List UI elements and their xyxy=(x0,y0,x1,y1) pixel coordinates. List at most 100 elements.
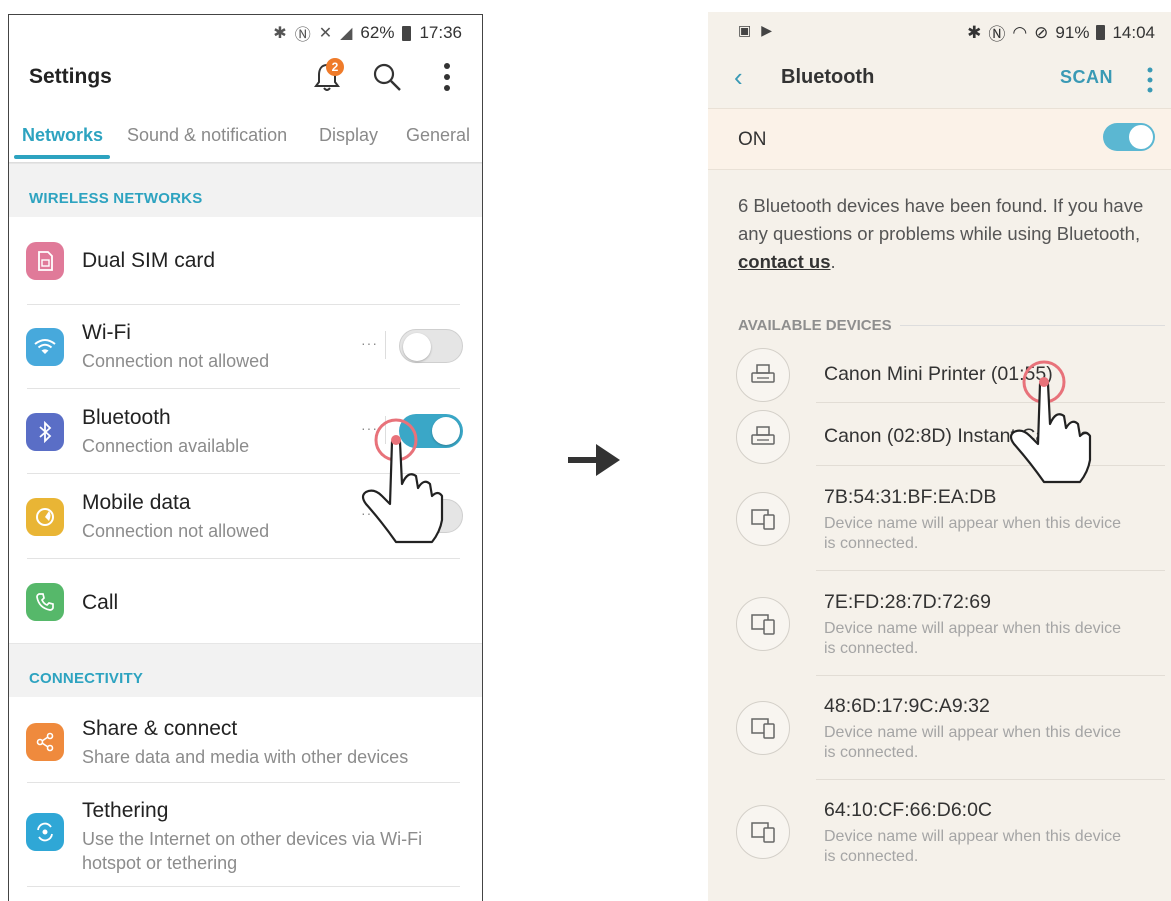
switch-label: ON xyxy=(738,129,767,150)
device-item[interactable]: Canon Mini Printer (01:55) xyxy=(708,344,1171,406)
phone-icon xyxy=(26,583,64,621)
scan-button[interactable]: SCAN xyxy=(1060,67,1113,88)
next-step-arrow-icon xyxy=(568,444,620,476)
device-note-line2: is connected. xyxy=(824,535,919,552)
battery-icon xyxy=(1096,25,1106,40)
row-subtitle: Connection available xyxy=(82,436,250,456)
section-header-wireless: WIRELESS NETWORKS xyxy=(9,163,482,217)
contact-us-link[interactable]: contact us xyxy=(738,251,831,272)
row-subtitle: Use the Internet on other devices via Wi… xyxy=(82,829,423,849)
device-note-line2: is connected. xyxy=(824,744,919,761)
nfc-status-icon: Ⓝ xyxy=(294,27,311,44)
bluetooth-status-icon: ✱ xyxy=(967,22,982,42)
app-bar: ‹ Bluetooth SCAN xyxy=(708,52,1171,108)
sim-card-icon xyxy=(26,242,64,280)
more-options-button[interactable] xyxy=(430,57,464,97)
page-title: Bluetooth xyxy=(781,66,875,88)
device-note: Device name will appear when this device xyxy=(824,724,1122,741)
section-header-connectivity: CONNECTIVITY xyxy=(9,643,482,697)
bluetooth-master-switch-row[interactable]: ON xyxy=(708,108,1171,170)
share-icon xyxy=(26,723,64,761)
wifi-icon xyxy=(26,328,64,366)
search-button[interactable] xyxy=(370,57,404,97)
section-label: CONNECTIVITY xyxy=(29,670,144,687)
row-title: Share & connect xyxy=(82,717,238,740)
device-item[interactable]: 7B:54:31:BF:EA:DB Device name will appea… xyxy=(708,474,1171,578)
signal-status-icon: ◢ xyxy=(340,25,353,42)
app-header: Settings 2 xyxy=(9,55,482,119)
row-title: Call xyxy=(82,591,119,614)
battery-percent: 62% xyxy=(360,23,395,42)
bluetooth-screen: ▣ ▶ ✱ Ⓝ ◠ ⊘ 91% 14:04 ‹ Bluetooth SCAN O… xyxy=(708,12,1171,901)
row-subtitle: Connection not allowed xyxy=(82,351,270,371)
row-subtitle: Connection not allowed xyxy=(82,521,270,541)
clock: 17:36 xyxy=(419,23,462,42)
row-title: Mobile data xyxy=(82,491,191,514)
active-tab-indicator xyxy=(14,155,110,159)
status-bar: ▣ ▶ ✱ Ⓝ ◠ ⊘ 91% 14:04 xyxy=(708,12,1171,52)
device-name: 48:6D:17:9C:A9:32 xyxy=(824,695,990,717)
clock: 14:04 xyxy=(1112,22,1155,42)
setting-row-wifi[interactable]: Wi-Fi Connection not allowed ··· xyxy=(9,305,482,389)
notifications-button[interactable]: 2 xyxy=(310,57,344,97)
devices-found-message: 6 Bluetooth devices have been found. If … xyxy=(738,192,1148,276)
tab-sound-notification[interactable]: Sound & notification xyxy=(127,125,287,146)
notification-badge: 2 xyxy=(326,58,344,76)
bluetooth-icon xyxy=(26,413,64,451)
device-note: Device name will appear when this device xyxy=(824,620,1122,637)
tethering-icon xyxy=(26,813,64,851)
found-text: 6 Bluetooth devices have been found. If … xyxy=(738,195,1144,244)
tab-display[interactable]: Display xyxy=(319,125,378,146)
back-button[interactable]: ‹ xyxy=(734,62,743,93)
devices-icon xyxy=(736,805,790,859)
bluetooth-status-icon: ✱ xyxy=(273,25,287,42)
devices-icon xyxy=(736,492,790,546)
wifi-more-dots[interactable]: ··· xyxy=(361,335,378,351)
devices-icon xyxy=(736,701,790,755)
mobile-data-icon xyxy=(26,498,64,536)
device-item[interactable]: 64:10:CF:66:D6:0C Device name will appea… xyxy=(708,787,1171,891)
tap-hand-icon xyxy=(1009,360,1092,484)
tab-networks[interactable]: Networks xyxy=(22,125,103,146)
device-note: Device name will appear when this device xyxy=(824,515,1122,532)
setting-row-tethering[interactable]: Tethering Use the Internet on other devi… xyxy=(9,783,482,887)
device-item[interactable]: Canon (02:8D) Instant Camera xyxy=(708,406,1171,468)
page-title: Settings xyxy=(29,65,112,88)
row-title: Tethering xyxy=(82,799,169,822)
device-item[interactable]: 7E:FD:28:7D:72:69 Device name will appea… xyxy=(708,579,1171,683)
printer-icon xyxy=(736,348,790,402)
found-end: . xyxy=(830,251,836,272)
device-name: 64:10:CF:66:D6:0C xyxy=(824,799,993,821)
status-bar: ✱ Ⓝ ✕ ◢ 62% 17:36 xyxy=(273,21,462,45)
tap-hand-icon xyxy=(361,418,444,544)
search-icon xyxy=(373,63,401,91)
printer-icon xyxy=(736,410,790,464)
setting-row-share-connect[interactable]: Share & connect Share data and media wit… xyxy=(9,697,482,783)
image-status-icon: ▣ xyxy=(738,22,752,38)
mute-status-icon: ✕ xyxy=(318,25,333,42)
row-subtitle: Share data and media with other devices xyxy=(82,747,409,767)
available-devices-header: AVAILABLE DEVICES xyxy=(738,317,892,334)
battery-percent: 91% xyxy=(1055,22,1090,42)
row-title: Dual SIM card xyxy=(82,249,216,272)
wifi-status-icon: ◠ xyxy=(1012,22,1028,42)
play-status-icon: ▶ xyxy=(761,22,773,38)
nfc-status-icon: Ⓝ xyxy=(988,25,1006,44)
settings-tabs: Networks Sound & notification Display Ge… xyxy=(9,119,482,163)
instruction-figure: ✱ Ⓝ ✕ ◢ 62% 17:36 Settings 2 Networks So… xyxy=(0,0,1171,901)
device-name: 7B:54:31:BF:EA:DB xyxy=(824,486,997,508)
device-note-line2: is connected. xyxy=(824,848,919,865)
setting-row-call[interactable]: Call xyxy=(9,559,482,643)
device-name: 7E:FD:28:7D:72:69 xyxy=(824,591,991,613)
more-vert-icon xyxy=(444,63,450,91)
row-title: Bluetooth xyxy=(82,406,171,429)
device-note: Device name will appear when this device xyxy=(824,828,1122,845)
bluetooth-master-toggle[interactable] xyxy=(1103,123,1155,151)
tab-general[interactable]: General xyxy=(406,125,470,146)
more-vert-icon[interactable] xyxy=(1147,67,1153,93)
setting-row-dual-sim[interactable]: Dual SIM card xyxy=(9,217,482,305)
device-item[interactable]: 48:6D:17:9C:A9:32 Device name will appea… xyxy=(708,683,1171,787)
row-subtitle-line2: hotspot or tethering xyxy=(82,853,238,873)
section-label: WIRELESS NETWORKS xyxy=(29,190,203,207)
wifi-toggle[interactable] xyxy=(399,329,463,363)
